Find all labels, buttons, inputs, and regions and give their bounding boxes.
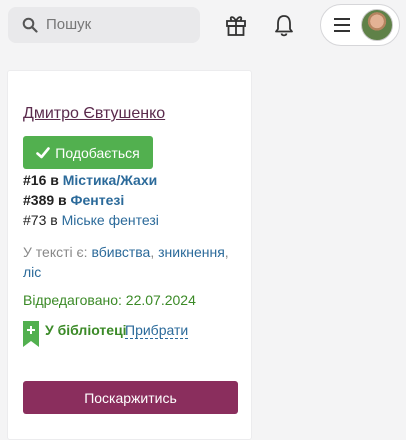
rank-position: #389 в [23, 192, 71, 208]
gift-icon[interactable] [222, 11, 250, 39]
top-bar: Пошук [0, 0, 406, 50]
tags-prefix: У тексті є: [23, 244, 92, 260]
rank-row: #16 в Містика/Жахи [23, 172, 157, 188]
avatar [361, 9, 393, 41]
tag-link[interactable]: вбивства [91, 244, 150, 260]
tag-separator: , [224, 244, 229, 260]
complain-button[interactable]: Поскаржитись [23, 381, 238, 414]
bell-icon[interactable] [270, 11, 298, 39]
book-info-card: Дмитро Євтушенко Подобається #16 в Місти… [7, 70, 252, 440]
remove-from-library-link[interactable]: Прибрати [125, 322, 189, 339]
rank-category-link[interactable]: Фентезі [71, 192, 125, 208]
search-placeholder: Пошук [46, 16, 92, 33]
library-status-label: У бібліотеці [45, 322, 127, 338]
tag-link[interactable]: зникнення [158, 244, 225, 260]
edited-date: Відредаговано: 22.07.2024 [23, 292, 196, 308]
rank-category-link[interactable]: Міське фентезі [62, 212, 159, 228]
like-button[interactable]: Подобається [23, 136, 153, 169]
search-icon [22, 17, 38, 33]
tags-list: У тексті є: вбивства, зникнення, ліс [23, 242, 243, 282]
bookmark-plus-icon [23, 321, 39, 347]
tag-separator: , [150, 244, 159, 260]
rank-position: #73 в [23, 212, 62, 228]
check-icon [36, 146, 51, 158]
user-menu-button[interactable] [320, 4, 400, 46]
rank-row: #389 в Фентезі [23, 192, 124, 208]
author-link[interactable]: Дмитро Євтушенко [23, 105, 165, 123]
like-label: Подобається [55, 144, 140, 161]
tag-link[interactable]: ліс [23, 264, 41, 280]
rank-position: #16 в [23, 172, 63, 188]
hamburger-icon [334, 18, 350, 32]
search-input[interactable]: Пошук [8, 7, 200, 43]
rank-row: #73 в Міське фентезі [23, 212, 159, 228]
rank-category-link[interactable]: Містика/Жахи [63, 172, 158, 188]
